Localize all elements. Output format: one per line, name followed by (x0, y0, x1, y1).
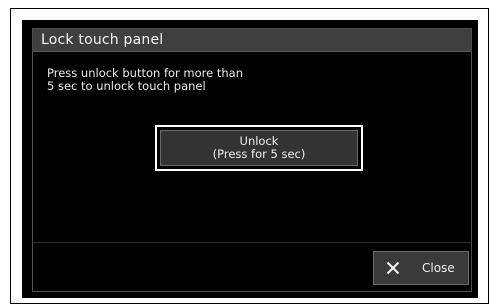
unlock-button[interactable]: Unlock (Press for 5 sec) (160, 130, 358, 166)
dialog-title: Lock touch panel (41, 32, 164, 48)
instruction-line-2: 5 sec to unlock touch panel (47, 79, 206, 93)
close-button[interactable]: Close (373, 251, 469, 285)
unlock-button-focus-ring: Unlock (Press for 5 sec) (155, 125, 363, 171)
unlock-button-hint: (Press for 5 sec) (212, 147, 306, 161)
device-screen: Lock touch panel Press unlock button for… (22, 20, 478, 298)
lock-touch-panel-dialog: Lock touch panel Press unlock button for… (32, 28, 472, 292)
close-icon (386, 261, 400, 275)
dialog-title-bar: Lock touch panel (33, 29, 471, 52)
footer-divider (33, 242, 471, 243)
instruction-message: Press unlock button for more than 5 sec … (47, 67, 347, 93)
close-button-label: Close (422, 261, 455, 275)
